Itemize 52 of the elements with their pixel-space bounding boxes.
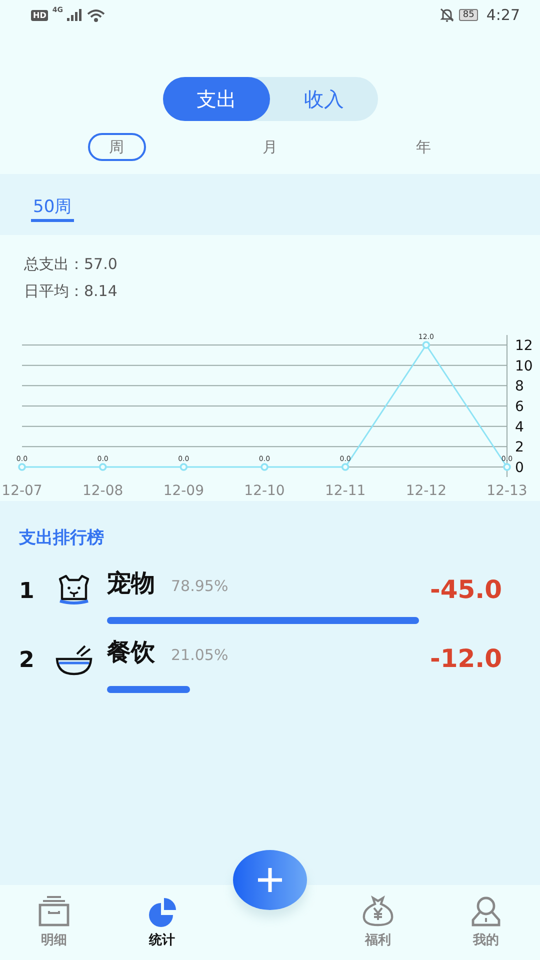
x-axis-label: 12-13	[486, 483, 528, 499]
data-point	[180, 463, 188, 471]
data-point	[503, 463, 511, 471]
category-name: 餐饮	[107, 637, 155, 668]
nav-tab[interactable]: 我的	[432, 885, 540, 960]
week-tab[interactable]: 50周	[31, 174, 74, 222]
x-axis-label: 12-10	[244, 483, 285, 499]
category-percent: 21.05%	[171, 646, 228, 664]
category-percent: 78.95%	[171, 577, 228, 595]
total-expense: 总支出：57.0	[23, 254, 118, 275]
period-tab[interactable]: 年	[394, 133, 452, 161]
money-bag-icon	[361, 895, 395, 927]
y-tick-label: 8	[515, 378, 524, 395]
period-tab[interactable]: 月	[240, 133, 299, 161]
nav-tab[interactable]: 明细	[0, 885, 108, 960]
toggle-option[interactable]: 支出	[162, 77, 270, 121]
period-tab[interactable]: 周	[88, 133, 146, 161]
plus-icon	[255, 865, 285, 895]
nav-tab[interactable]: 福利	[324, 885, 432, 960]
person-icon	[469, 895, 503, 927]
clock: 4:27	[486, 6, 520, 24]
category-amount: -12.0	[430, 644, 502, 673]
category-name: 宠物	[107, 568, 155, 599]
data-point	[98, 463, 107, 471]
hd-indicator: HD	[31, 10, 48, 20]
y-tick-label: 2	[515, 440, 524, 456]
x-axis-label: 12-07	[2, 483, 42, 499]
y-tick-label: 12	[515, 338, 533, 354]
nav-tab[interactable]: 统计	[108, 885, 216, 960]
x-axis-label: 12-12	[406, 483, 446, 499]
y-tick-label: 10	[515, 358, 533, 374]
battery-level: 85	[458, 9, 478, 21]
data-point	[422, 341, 430, 349]
x-axis-label: 12-11	[325, 483, 366, 499]
daily-average: 日平均：8.14	[23, 281, 118, 302]
rank-number: 2	[19, 648, 36, 673]
x-axis-label: 12-09	[163, 483, 204, 499]
y-tick-label: 6	[515, 399, 524, 415]
toggle-option[interactable]: 收入	[270, 77, 378, 121]
y-tick-label: 4	[515, 419, 524, 436]
bell-muted-icon	[438, 7, 455, 23]
data-point	[260, 463, 268, 471]
category-amount: -45.0	[430, 575, 502, 604]
y-tick-label: 0	[515, 460, 524, 476]
data-point	[341, 463, 350, 471]
x-axis-label: 12-08	[82, 483, 124, 499]
drawer-icon	[37, 895, 71, 927]
data-point	[18, 463, 26, 471]
signal-icon	[66, 9, 83, 21]
wifi-icon	[86, 8, 105, 22]
rank-number: 1	[19, 579, 36, 604]
ranking-title: 支出排行榜	[18, 527, 105, 549]
